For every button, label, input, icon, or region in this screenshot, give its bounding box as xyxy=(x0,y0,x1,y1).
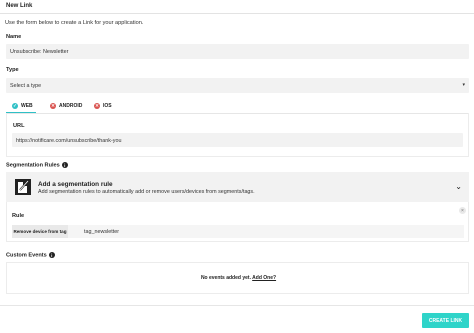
add-segmentation-rule-button[interactable]: Add a segmentation rule Add segmentation… xyxy=(6,172,469,202)
rule-tag-value: tag_newsletter xyxy=(84,229,120,235)
name-field[interactable]: Unsubscribe: Newsletter xyxy=(6,44,469,59)
add-rule-title: Add a segmentation rule xyxy=(38,181,113,188)
custom-events-box: No events added yet. Add One? xyxy=(6,262,469,294)
url-field[interactable]: https://notificare.com/unsubscribe/thank… xyxy=(12,133,463,147)
tab-android-label: ANDROID xyxy=(59,103,83,109)
segmentation-label: Segmentation Rules i xyxy=(6,162,68,168)
footer-divider xyxy=(0,305,474,306)
name-label: Name xyxy=(6,34,22,40)
rule-tag-input[interactable]: tag_newsletter xyxy=(68,225,464,238)
tab-ios-label: IOS xyxy=(103,103,112,109)
remove-rule-icon[interactable]: × xyxy=(459,207,466,214)
info-icon[interactable]: i xyxy=(48,252,55,258)
page-header: New Link xyxy=(0,0,474,14)
type-label: Type xyxy=(6,67,19,73)
add-event-link[interactable]: Add One? xyxy=(252,275,276,281)
page-title: New Link xyxy=(6,3,33,9)
platform-tabs: ✓ WEB ✕ ANDROID ✕ IOS xyxy=(0,100,474,112)
events-empty-state: No events added yet. Add One? xyxy=(7,275,470,281)
dropdown-caret-icon: ▾ xyxy=(462,82,465,88)
rule-action-select[interactable]: Remove device from tag xyxy=(12,225,68,238)
url-label: URL xyxy=(13,123,25,129)
tab-web-label: WEB xyxy=(21,103,33,109)
info-icon[interactable]: i xyxy=(61,162,68,168)
custom-events-label: Custom Events i xyxy=(6,252,55,258)
events-empty-text: No events added yet. xyxy=(200,275,251,281)
rule-row: Remove device from tag tag_newsletter xyxy=(12,225,464,238)
tab-web[interactable]: ✓ WEB xyxy=(12,100,33,112)
type-select[interactable]: Select a type ▾ xyxy=(6,78,469,93)
url-value: https://notificare.com/unsubscribe/thank… xyxy=(16,137,122,144)
create-link-button[interactable]: CREATE LINK xyxy=(422,313,469,328)
add-rule-description: Add segmentation rules to automatically … xyxy=(38,188,255,195)
check-icon: ✓ xyxy=(12,102,18,109)
chevron-down-icon: ⌄ xyxy=(455,182,462,191)
segmentation-label-text: Segmentation Rules xyxy=(6,162,60,169)
x-icon: ✕ xyxy=(50,102,56,109)
custom-events-label-text: Custom Events xyxy=(6,252,47,259)
tab-android[interactable]: ✕ ANDROID xyxy=(50,100,82,112)
intro-text: Use the form below to create a Link for … xyxy=(5,20,144,26)
segmentation-icon xyxy=(15,179,31,195)
name-value: Unsubscribe: Newsletter xyxy=(10,49,69,55)
tab-ios[interactable]: ✕ IOS xyxy=(94,100,112,112)
x-icon: ✕ xyxy=(94,102,100,109)
rule-label: Rule xyxy=(12,213,25,219)
type-value: Select a type xyxy=(10,83,42,89)
